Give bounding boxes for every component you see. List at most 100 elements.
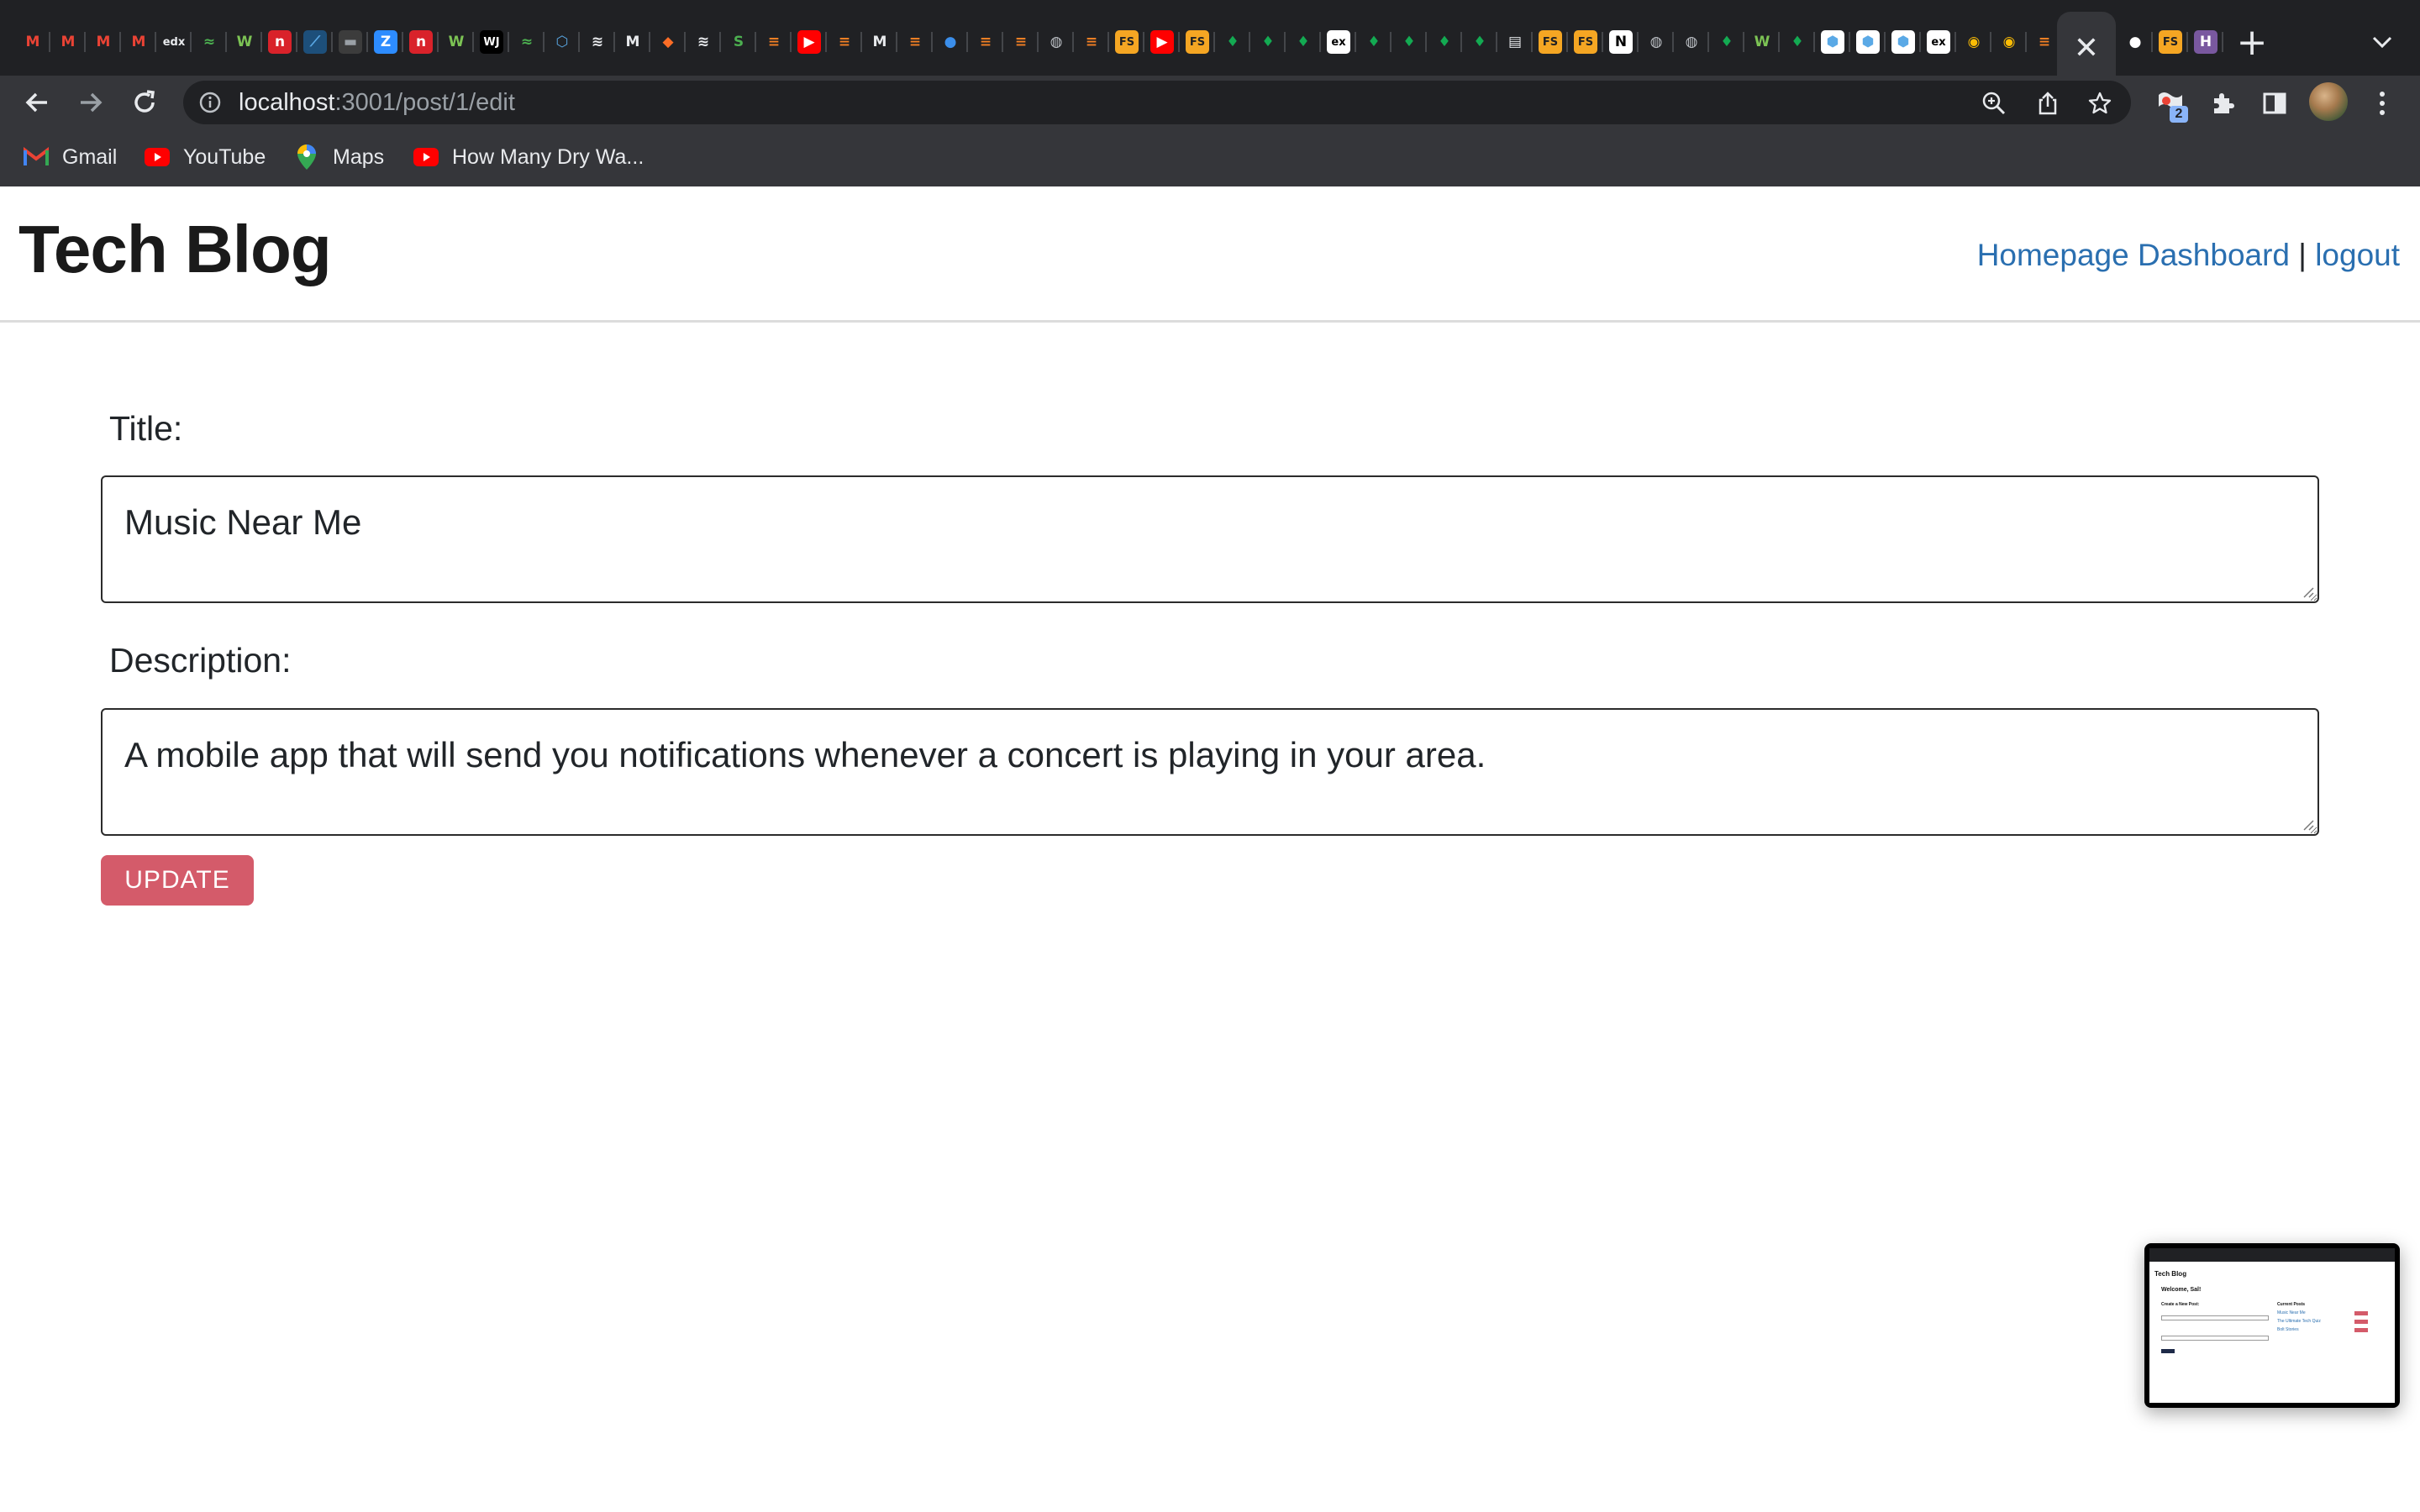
browser-tab[interactable]: FS	[1180, 25, 1215, 59]
browser-tab[interactable]: H	[2188, 25, 2223, 59]
browser-tab[interactable]: ≋	[580, 25, 615, 59]
browser-tab[interactable]: M	[50, 25, 86, 59]
bookmark-star-button[interactable]	[2081, 84, 2119, 123]
zoom-button[interactable]	[1975, 84, 2013, 123]
browser-tab[interactable]: W	[227, 25, 262, 59]
browser-tab[interactable]: W	[439, 25, 474, 59]
browser-tab[interactable]: ♦	[1392, 25, 1427, 59]
tab-search-button[interactable]	[2361, 24, 2403, 60]
browser-tab[interactable]: ♦	[1215, 25, 1250, 59]
browser-tab[interactable]: M	[86, 25, 121, 59]
bookmark-how-many-dry-wa[interactable]: How Many Dry Wa...	[413, 141, 644, 173]
gmail-icon: M	[60, 34, 76, 50]
stackoverflow-icon: ≡	[1085, 34, 1098, 50]
browser-tab[interactable]: ⬢	[1815, 25, 1850, 59]
browser-tab[interactable]: ●	[933, 25, 968, 59]
browser-tab[interactable]: S	[721, 25, 756, 59]
browser-tab[interactable]: ◉	[1991, 25, 2027, 59]
browser-tab[interactable]: ♦	[1462, 25, 1497, 59]
browser-tab[interactable]: ≈	[509, 25, 544, 59]
browser-tab[interactable]: ▤	[1497, 25, 1533, 59]
browser-tab[interactable]: WJ	[474, 25, 509, 59]
browser-tab[interactable]: N	[1603, 25, 1639, 59]
url-text[interactable]: localhost:3001/post/1/edit	[239, 86, 515, 119]
browser-tab[interactable]: ex	[1321, 25, 1356, 59]
browser-tab[interactable]: ♦	[1356, 25, 1392, 59]
browser-tab[interactable]: ◍	[1639, 25, 1674, 59]
browser-tab[interactable]: ♦	[1780, 25, 1815, 59]
browser-tab[interactable]: W	[1744, 25, 1780, 59]
browser-tab[interactable]: ◉	[1956, 25, 1991, 59]
reload-button[interactable]	[123, 81, 166, 124]
browser-tab[interactable]: ≡	[756, 25, 792, 59]
browser-tab[interactable]: ≋	[686, 25, 721, 59]
zoom-icon: Z	[374, 30, 397, 54]
share-button[interactable]	[2028, 84, 2067, 123]
nav-homepage-link[interactable]: Homepage	[1977, 238, 2129, 272]
screenshot-preview-thumbnail[interactable]: Tech Blog Welcome, Sal! Create a New Pos…	[2144, 1243, 2400, 1408]
browser-tab[interactable]: FS	[1568, 25, 1603, 59]
browser-tab[interactable]: edx	[156, 25, 192, 59]
browser-tab[interactable]: ≈	[192, 25, 227, 59]
side-panel-button[interactable]	[2254, 82, 2296, 124]
browser-tab[interactable]: ◆	[650, 25, 686, 59]
bookmark-maps[interactable]: Maps	[294, 141, 384, 173]
browser-tab[interactable]: ex	[1921, 25, 1956, 59]
new-tab-button[interactable]: +	[2230, 20, 2274, 64]
close-tab-icon[interactable]: ✕	[2074, 31, 2099, 66]
browser-menu-button[interactable]	[2361, 82, 2403, 124]
site-info-icon[interactable]	[198, 91, 222, 114]
browser-tab[interactable]: ▶	[792, 25, 827, 59]
browser-tab[interactable]: ♦	[1427, 25, 1462, 59]
browser-tab[interactable]: ♦	[1286, 25, 1321, 59]
github-cat-icon: ●	[944, 34, 957, 50]
browser-tab[interactable]: ▬	[333, 25, 368, 59]
arrow-left-icon	[25, 92, 47, 113]
browser-tab[interactable]: ≡	[1074, 25, 1109, 59]
browser-tab[interactable]: ◍	[1674, 25, 1709, 59]
browser-tab[interactable]: n	[403, 25, 439, 59]
browser-tab[interactable]: Z	[368, 25, 403, 59]
bookmark-youtube[interactable]: YouTube	[145, 141, 266, 173]
browser-tab[interactable]: ≡	[827, 25, 862, 59]
title-input[interactable]: Music Near Me	[101, 475, 2319, 603]
gmail-icon	[24, 144, 49, 170]
browser-tab[interactable]: ≡	[968, 25, 1003, 59]
arrow-right-icon	[81, 92, 103, 113]
browser-tab[interactable]: ▶	[1144, 25, 1180, 59]
nav-dashboard-link[interactable]: Dashboard	[2138, 238, 2290, 272]
browser-tab[interactable]: FS	[2153, 25, 2188, 59]
browser-tab[interactable]: n	[262, 25, 297, 59]
browser-tab[interactable]: ◍	[1039, 25, 1074, 59]
stackoverflow-icon: ≡	[908, 34, 922, 50]
browser-tab[interactable]: ⟋	[297, 25, 333, 59]
back-button[interactable]	[15, 81, 59, 124]
browser-tab[interactable]: FS	[1109, 25, 1144, 59]
forward-button[interactable]	[69, 81, 113, 124]
profile-avatar[interactable]	[2309, 82, 2348, 121]
mongodb-icon: ♦	[1720, 34, 1733, 50]
resize-handle-icon[interactable]	[2301, 817, 2314, 831]
description-input[interactable]: A mobile app that will send you notifica…	[101, 708, 2319, 836]
browser-tab[interactable]: M	[615, 25, 650, 59]
browser-tab[interactable]: M	[121, 25, 156, 59]
browser-tab[interactable]: ⬢	[1886, 25, 1921, 59]
browser-tab[interactable]: ≡	[897, 25, 933, 59]
browser-tab[interactable]: ♦	[1709, 25, 1744, 59]
site-title[interactable]: Tech Blog	[18, 205, 332, 294]
browser-tab[interactable]: ♦	[1250, 25, 1286, 59]
extensions-button[interactable]	[2202, 82, 2244, 124]
bookmark-gmail[interactable]: Gmail	[24, 141, 117, 173]
resize-handle-icon[interactable]	[2301, 585, 2314, 598]
browser-tab[interactable]: ≡	[1003, 25, 1039, 59]
update-button[interactable]: UPDATE	[101, 855, 254, 906]
nav-logout-link[interactable]: logout	[2315, 238, 2400, 272]
mongodb-icon: ♦	[1297, 34, 1310, 50]
browser-tab[interactable]: ●	[2118, 25, 2153, 59]
browser-tab[interactable]: M	[15, 25, 50, 59]
browser-tab[interactable]: M	[862, 25, 897, 59]
browser-tab[interactable]: ⬡	[544, 25, 580, 59]
browser-tab[interactable]: FS	[1533, 25, 1568, 59]
browser-tab[interactable]: ⬢	[1850, 25, 1886, 59]
active-tab[interactable]: ✕	[2057, 12, 2116, 84]
